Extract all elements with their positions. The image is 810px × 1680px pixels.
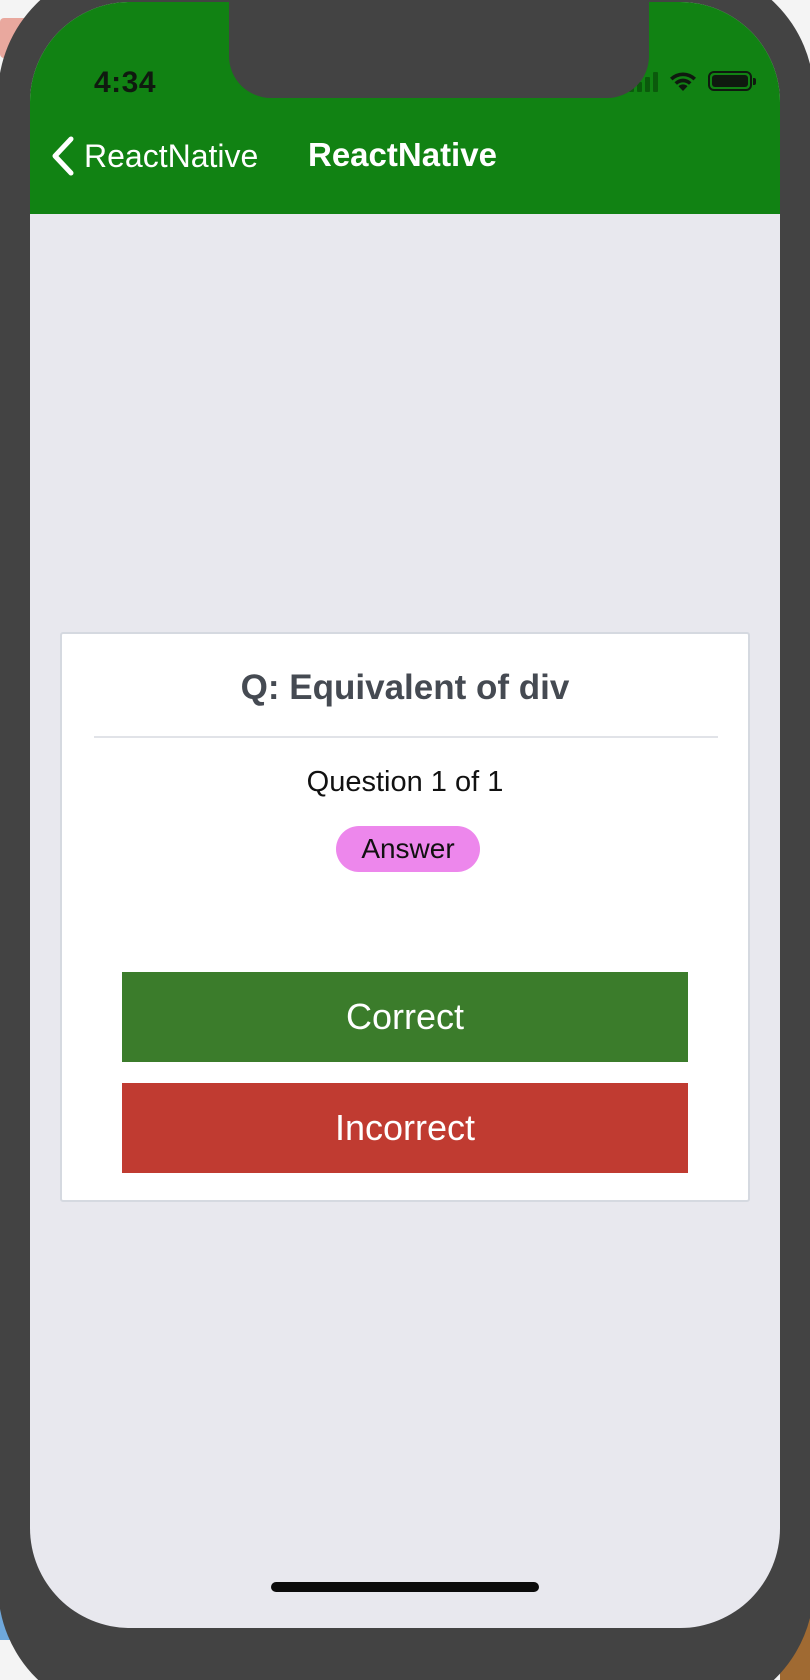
phone-screen: 4:34 ReactNative ReactNative Q: Equivale… bbox=[30, 2, 780, 1628]
back-button[interactable]: ReactNative bbox=[50, 136, 258, 176]
incorrect-button[interactable]: Incorrect bbox=[122, 1083, 688, 1173]
device-notch bbox=[229, 2, 649, 98]
battery-icon bbox=[708, 71, 756, 91]
question-text: Q: Equivalent of div bbox=[240, 668, 570, 707]
chevron-left-icon bbox=[52, 136, 74, 176]
correct-button[interactable]: Correct bbox=[122, 972, 688, 1062]
status-icons bbox=[629, 70, 756, 92]
quiz-card: Q: Equivalent of div Question 1 of 1 Ans… bbox=[60, 632, 750, 1202]
show-answer-button[interactable]: Answer bbox=[336, 826, 480, 872]
screen-title: ReactNative bbox=[308, 136, 497, 173]
phone-frame: 4:34 ReactNative ReactNative Q: Equivale… bbox=[0, 0, 810, 1680]
wifi-icon bbox=[670, 72, 696, 91]
desktop-backdrop: 4:34 ReactNative ReactNative Q: Equivale… bbox=[0, 0, 810, 1680]
card-divider bbox=[94, 736, 718, 738]
status-time: 4:34 bbox=[94, 66, 157, 99]
question-progress: Question 1 of 1 bbox=[306, 766, 504, 798]
home-indicator[interactable] bbox=[271, 1582, 539, 1592]
back-button-label: ReactNative bbox=[84, 137, 259, 174]
